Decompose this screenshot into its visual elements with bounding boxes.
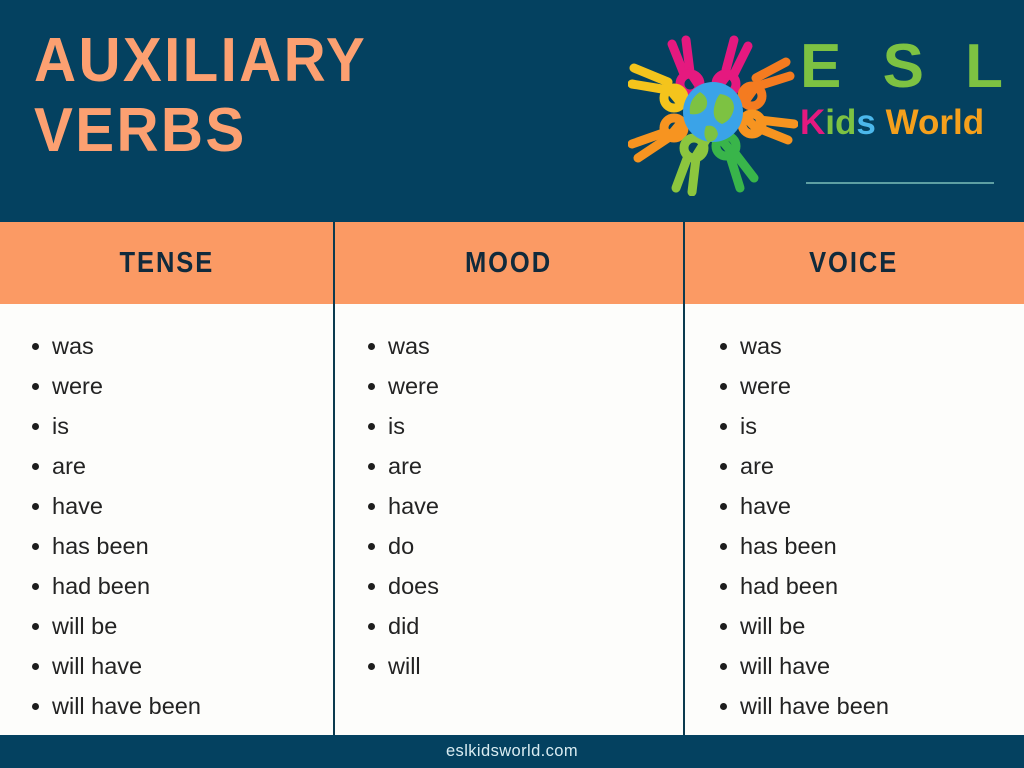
column-mood: was were is are have do does did will <box>334 304 684 735</box>
brand-space <box>876 103 886 142</box>
column-header-voice: VOICE <box>684 222 1024 304</box>
list-item: will be <box>18 606 334 646</box>
tense-list: was were is are have has been had been w… <box>18 326 334 726</box>
brand-letter-s: s <box>856 103 876 142</box>
list-item: will have <box>18 646 334 686</box>
page-title: AUXILIARY VERBS <box>34 26 634 166</box>
column-header-voice-label: VOICE <box>809 246 899 279</box>
globe-people-icon <box>627 28 799 197</box>
poster-footer: eslkidsworld.com <box>0 735 1024 768</box>
list-item: were <box>18 366 334 406</box>
brand-kids-world: Kids World <box>800 102 996 144</box>
list-item: is <box>354 406 684 446</box>
list-item: will have <box>706 646 1024 686</box>
poster-header: AUXILIARY VERBS E S L Kids World <box>0 0 1024 222</box>
list-item: has been <box>706 526 1024 566</box>
mood-list: was were is are have do does did will <box>354 326 684 686</box>
list-item: was <box>18 326 334 366</box>
page-title-line-2: VERBS <box>34 96 247 165</box>
list-item: was <box>706 326 1024 366</box>
brand-wordmark: E S L Kids World <box>800 32 1016 184</box>
brand-underline <box>806 182 994 184</box>
brand-logo: E S L Kids World <box>627 22 1016 198</box>
list-item: were <box>354 366 684 406</box>
list-item: is <box>18 406 334 446</box>
column-header-mood: MOOD <box>334 222 684 304</box>
brand-letter-i: i <box>825 103 836 142</box>
list-item: had been <box>18 566 334 606</box>
column-divider-1 <box>333 222 335 735</box>
column-header-tense: TENSE <box>0 222 334 304</box>
footer-website-url: eslkidsworld.com <box>445 742 579 760</box>
list-item: will have been <box>706 686 1024 726</box>
column-header-mood-label: MOOD <box>465 246 553 279</box>
list-item: did <box>354 606 684 646</box>
brand-letters-orld: orld <box>918 103 985 142</box>
list-item: have <box>18 486 334 526</box>
list-item: have <box>706 486 1024 526</box>
page-title-line-1: AUXILIARY <box>34 26 368 95</box>
brand-esl: E S L <box>800 32 1016 101</box>
column-header-band: TENSE MOOD VOICE <box>0 222 1024 304</box>
list-item: had been <box>706 566 1024 606</box>
auxiliary-verbs-poster: AUXILIARY VERBS E S L Kids World TENSE M… <box>0 0 1024 768</box>
brand-letter-k: K <box>800 103 826 142</box>
column-voice: was were is are have has been had been w… <box>684 304 1024 735</box>
list-item: was <box>354 326 684 366</box>
brand-letter-d: d <box>835 103 857 142</box>
list-item: are <box>354 446 684 486</box>
list-item: are <box>706 446 1024 486</box>
columns-body: was were is are have has been had been w… <box>0 304 1024 735</box>
voice-list: was were is are have has been had been w… <box>706 326 1024 726</box>
column-tense: was were is are have has been had been w… <box>0 304 334 735</box>
column-divider-2 <box>683 222 685 735</box>
brand-letter-w: W <box>885 103 919 142</box>
list-item: are <box>18 446 334 486</box>
list-item: have <box>354 486 684 526</box>
list-item: is <box>706 406 1024 446</box>
list-item: will be <box>706 606 1024 646</box>
list-item: do <box>354 526 684 566</box>
list-item: does <box>354 566 684 606</box>
column-header-tense-label: TENSE <box>119 246 215 279</box>
list-item: will <box>354 646 684 686</box>
list-item: will have been <box>18 686 334 726</box>
list-item: were <box>706 366 1024 406</box>
list-item: has been <box>18 526 334 566</box>
